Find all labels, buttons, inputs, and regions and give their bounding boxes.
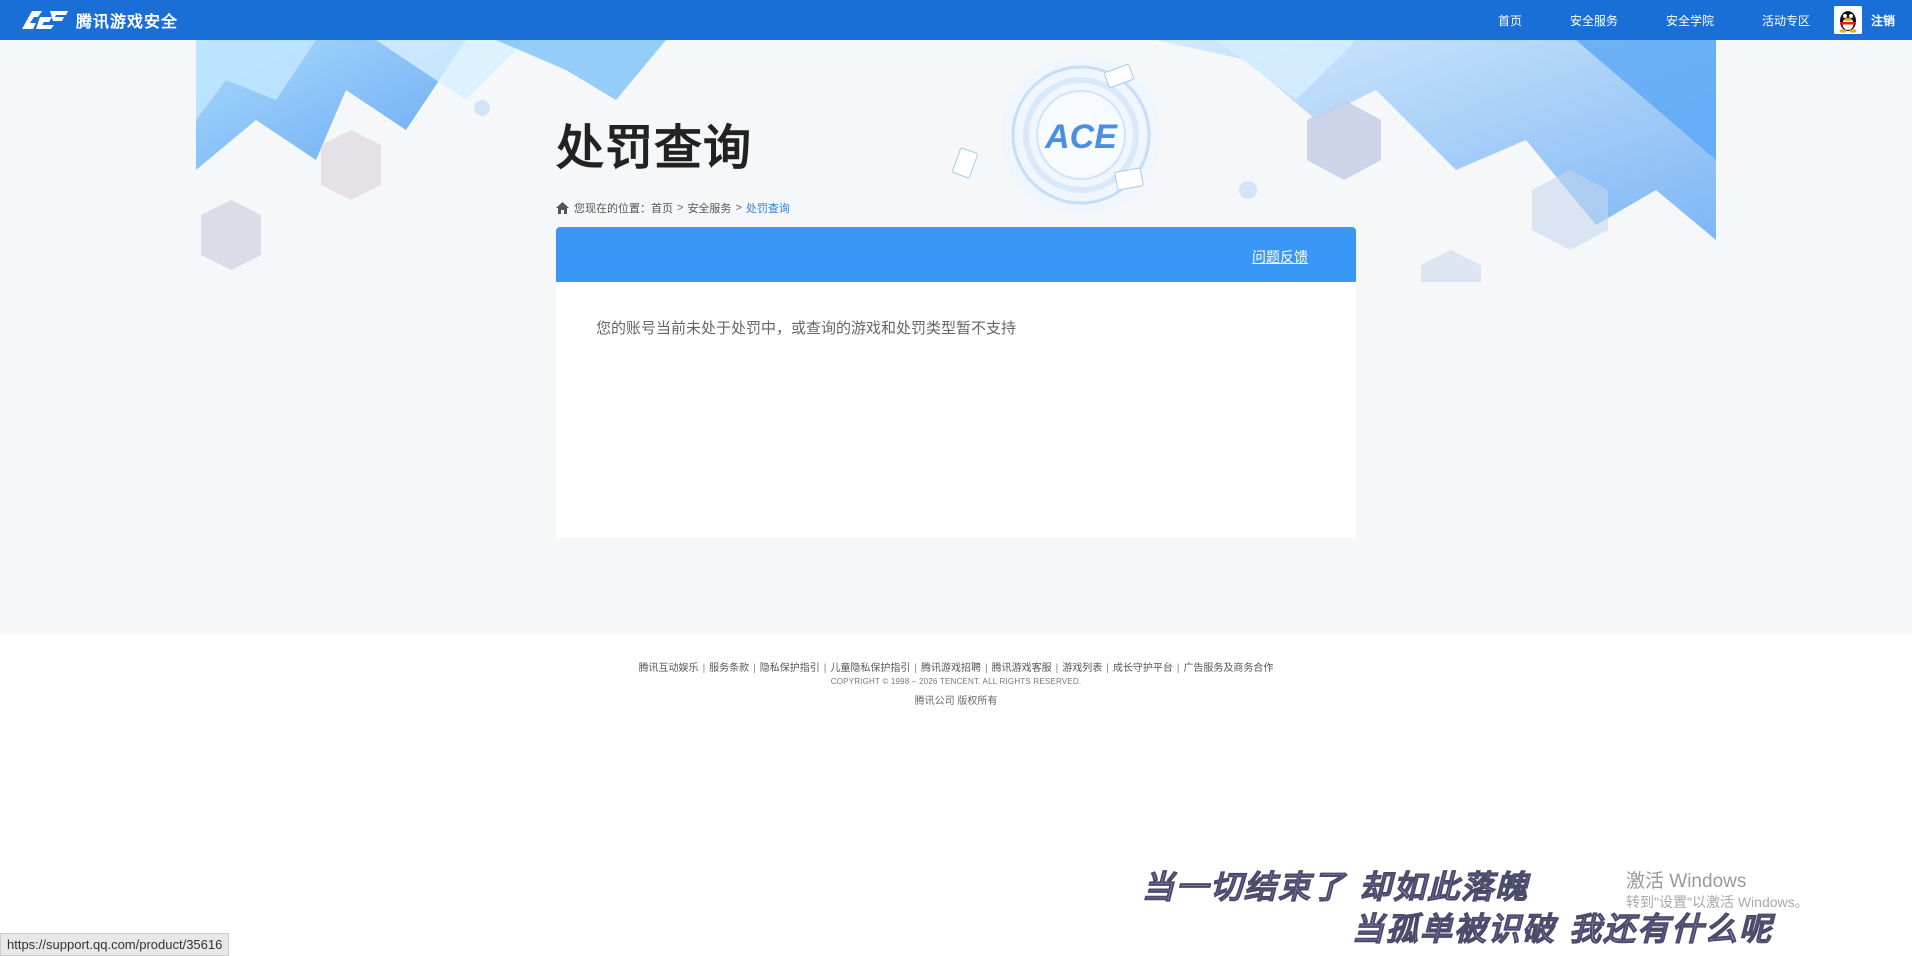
- main-nav: 首页 安全服务 安全学院 活动专区: [1450, 0, 1810, 40]
- footer-divider: |: [1055, 663, 1059, 674]
- breadcrumb-home[interactable]: 首页: [651, 200, 673, 216]
- result-message: 您的账号当前未处于处罚中，或查询的游戏和处罚类型暂不支持: [596, 320, 1017, 337]
- footer-divider: |: [823, 663, 827, 674]
- breadcrumb: 您现在的位置： 首页 > 安全服务 > 处罚查询: [556, 200, 790, 216]
- footer-link[interactable]: 服务条款: [709, 663, 749, 674]
- logo-text: 腾讯游戏安全: [76, 14, 179, 31]
- footer-copyright: COPYRIGHT © 1998 – 2026 TENCENT. ALL RIG…: [830, 677, 1082, 686]
- logout-link[interactable]: 注销: [1871, 12, 1895, 29]
- panel-header: 问题反馈: [556, 227, 1356, 282]
- home-icon: [556, 202, 569, 214]
- footer-divider: |: [1106, 663, 1109, 674]
- svg-text:ACE: ACE: [1044, 118, 1118, 156]
- top-nav-bar: 腾讯游戏安全 首页 安全服务 安全学院 活动专区 注销: [0, 0, 1912, 40]
- footer-link[interactable]: 游戏列表: [1062, 663, 1102, 674]
- footer-divider: |: [914, 663, 917, 674]
- footer-link[interactable]: 广告服务及商务合作: [1183, 663, 1273, 674]
- status-bar-url: https://support.qq.com/product/35616: [0, 933, 230, 956]
- footer-divider: |: [753, 663, 756, 674]
- footer-link[interactable]: 成长守护平台: [1113, 663, 1173, 674]
- footer-link[interactable]: 隐私保护指引: [760, 663, 820, 674]
- footer-links: 腾讯互动娱乐 | 服务条款 | 隐私保护指引 | 儿童隐私保护指引 | 腾讯游戏招聘 | 腾讯游戏客…: [0, 659, 1912, 674]
- nav-home[interactable]: 首页: [1498, 0, 1522, 40]
- footer-link[interactable]: 腾讯游戏招聘: [921, 663, 981, 674]
- footer-link[interactable]: 儿童隐私保护指引: [830, 663, 910, 674]
- qq-avatar-icon[interactable]: [1834, 6, 1862, 34]
- nav-security-academy[interactable]: 安全学院: [1666, 0, 1714, 40]
- feedback-link[interactable]: 问题反馈: [1252, 247, 1308, 267]
- breadcrumb-separator: >: [677, 202, 684, 214]
- breadcrumb-security-service[interactable]: 安全服务: [687, 200, 731, 216]
- breadcrumb-separator: >: [735, 202, 742, 214]
- windows-activation-subtitle: 转到"设置"以激活 Windows。: [1626, 894, 1809, 910]
- nav-security-service[interactable]: 安全服务: [1570, 0, 1618, 40]
- footer-link[interactable]: 腾讯互动娱乐: [639, 663, 699, 674]
- footer-divider: |: [702, 663, 706, 674]
- footer-link[interactable]: 腾讯游戏客服: [992, 663, 1052, 674]
- footer-divider: |: [1176, 663, 1180, 674]
- windows-activation-title: 激活 Windows: [1626, 871, 1747, 892]
- footer-divider: |: [985, 663, 988, 674]
- breadcrumb-prefix: 您现在的位置：: [574, 203, 651, 215]
- footer-rights: 腾讯公司 版权所有: [914, 696, 998, 707]
- desktop-lyric-line-1: 当一切结束了 却如此落魄: [1141, 868, 1530, 907]
- ace-logo-icon: [22, 11, 68, 29]
- page-title: 处罚查询: [556, 120, 753, 176]
- logo[interactable]: 腾讯游戏安全: [20, 8, 178, 32]
- result-panel: 问题反馈 您的账号当前未处于处罚中，或查询的游戏和处罚类型暂不支持: [556, 227, 1356, 538]
- breadcrumb-current: 处罚查询: [745, 203, 790, 215]
- nav-events[interactable]: 活动专区: [1762, 0, 1810, 40]
